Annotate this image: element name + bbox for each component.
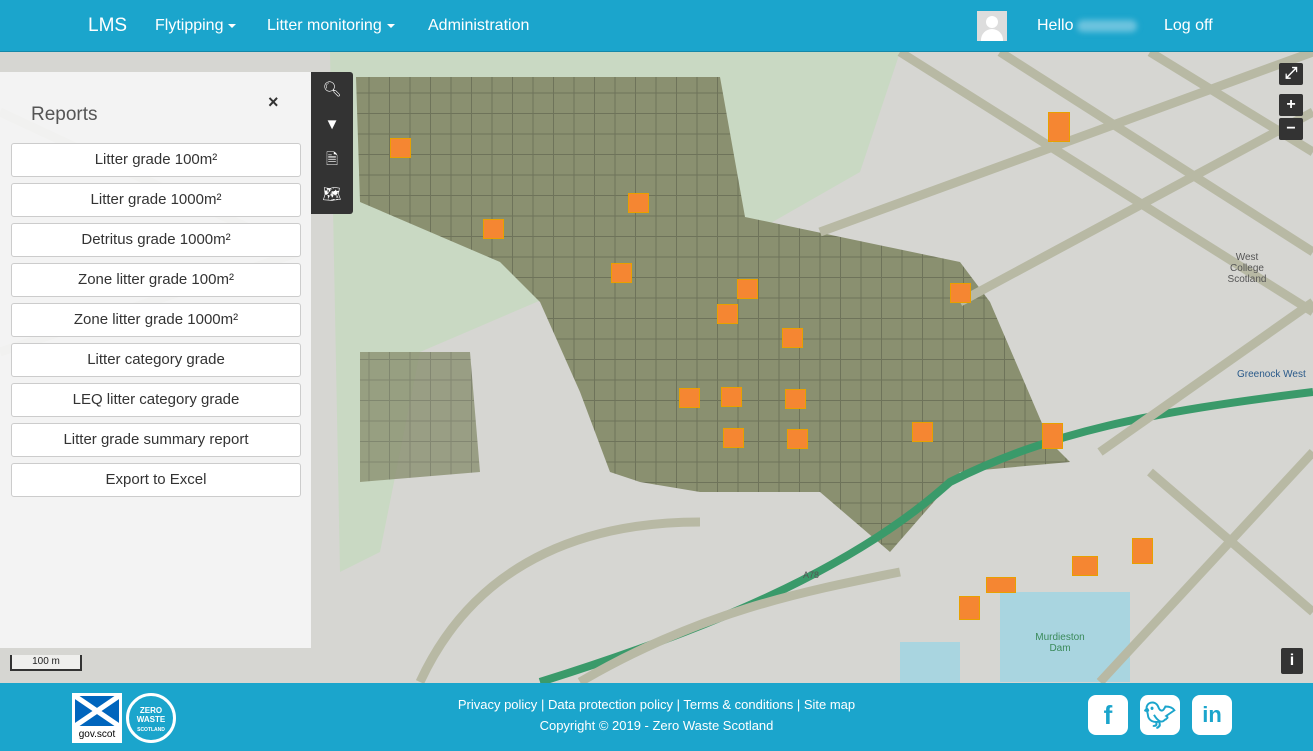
close-icon[interactable]: × [268, 92, 279, 113]
zoom-in-button[interactable]: + [1279, 94, 1303, 116]
map-icon[interactable]: 🗺︎ [311, 177, 353, 212]
report-zone-litter-grade-1000[interactable]: Zone litter grade 1000m² [11, 303, 301, 337]
info-icon[interactable]: i [1281, 648, 1303, 674]
document-icon[interactable]: 🗎 [311, 142, 353, 177]
user-greeting: Hello [1037, 17, 1138, 35]
map-label: Greenock West [1237, 369, 1306, 380]
separator: | [540, 697, 545, 712]
search-icon[interactable]: 🔍︎ [311, 72, 353, 107]
report-litter-grade-summary[interactable]: Litter grade summary report [11, 423, 301, 457]
nav-litter-monitoring[interactable]: Litter monitoring [267, 17, 395, 35]
nav-administration[interactable]: Administration [428, 17, 529, 35]
separator: | [676, 697, 680, 712]
footer: gov.scot ZERO WASTE SCOTLAND Privacy polic… [0, 683, 1313, 751]
twitter-icon[interactable]: 🐦︎ [1140, 695, 1180, 735]
report-zone-litter-grade-100[interactable]: Zone litter grade 100m² [11, 263, 301, 297]
logoff-link[interactable]: Log off [1164, 17, 1213, 35]
linkedin-icon[interactable]: in [1192, 695, 1232, 735]
caret-down-icon [386, 23, 395, 28]
zoom-out-button[interactable]: − [1279, 118, 1303, 140]
report-litter-grade-100[interactable]: Litter grade 100m² [11, 143, 301, 177]
map[interactable]: West College Scotland Greenock West Murd… [0, 52, 1313, 683]
reports-panel: Reports × Litter grade 100m² Litter grad… [0, 72, 311, 648]
report-leq-litter-category-grade[interactable]: LEQ litter category grade [11, 383, 301, 417]
nav-label: Litter monitoring [267, 17, 382, 34]
report-litter-category-grade[interactable]: Litter category grade [11, 343, 301, 377]
map-label: West College Scotland [1227, 252, 1267, 285]
map-toolbar: 🔍︎ ▼ 🗎 🗺︎ [311, 72, 353, 214]
reports-title: Reports [31, 104, 98, 125]
privacy-policy-link[interactable]: Privacy policy [458, 697, 537, 712]
avatar [977, 11, 1007, 41]
site-map-link[interactable]: Site map [804, 697, 855, 712]
caret-down-icon [228, 23, 237, 28]
map-label: Murdieston Dam [1035, 632, 1085, 654]
top-navbar: LMS Flytipping Litter monitoring Adminis… [0, 0, 1313, 52]
fullscreen-icon[interactable]: ⤢ [1279, 63, 1303, 85]
brand-link[interactable]: LMS [88, 15, 127, 37]
terms-link[interactable]: Terms & conditions [683, 697, 793, 712]
nav-flytipping[interactable]: Flytipping [155, 17, 237, 35]
scale-bar: 100 m [10, 655, 82, 671]
separator: | [796, 697, 801, 712]
facebook-icon[interactable]: f [1088, 695, 1128, 735]
export-to-excel-button[interactable]: Export to Excel [11, 463, 301, 497]
report-litter-grade-1000[interactable]: Litter grade 1000m² [11, 183, 301, 217]
report-detritus-grade-1000[interactable]: Detritus grade 1000m² [11, 223, 301, 257]
filter-icon[interactable]: ▼ [311, 107, 353, 142]
nav-label: Flytipping [155, 17, 224, 34]
redacted-username [1077, 19, 1138, 32]
map-label: A78 [803, 570, 820, 580]
greeting-text: Hello [1037, 17, 1074, 34]
data-protection-link[interactable]: Data protection policy [548, 697, 673, 712]
